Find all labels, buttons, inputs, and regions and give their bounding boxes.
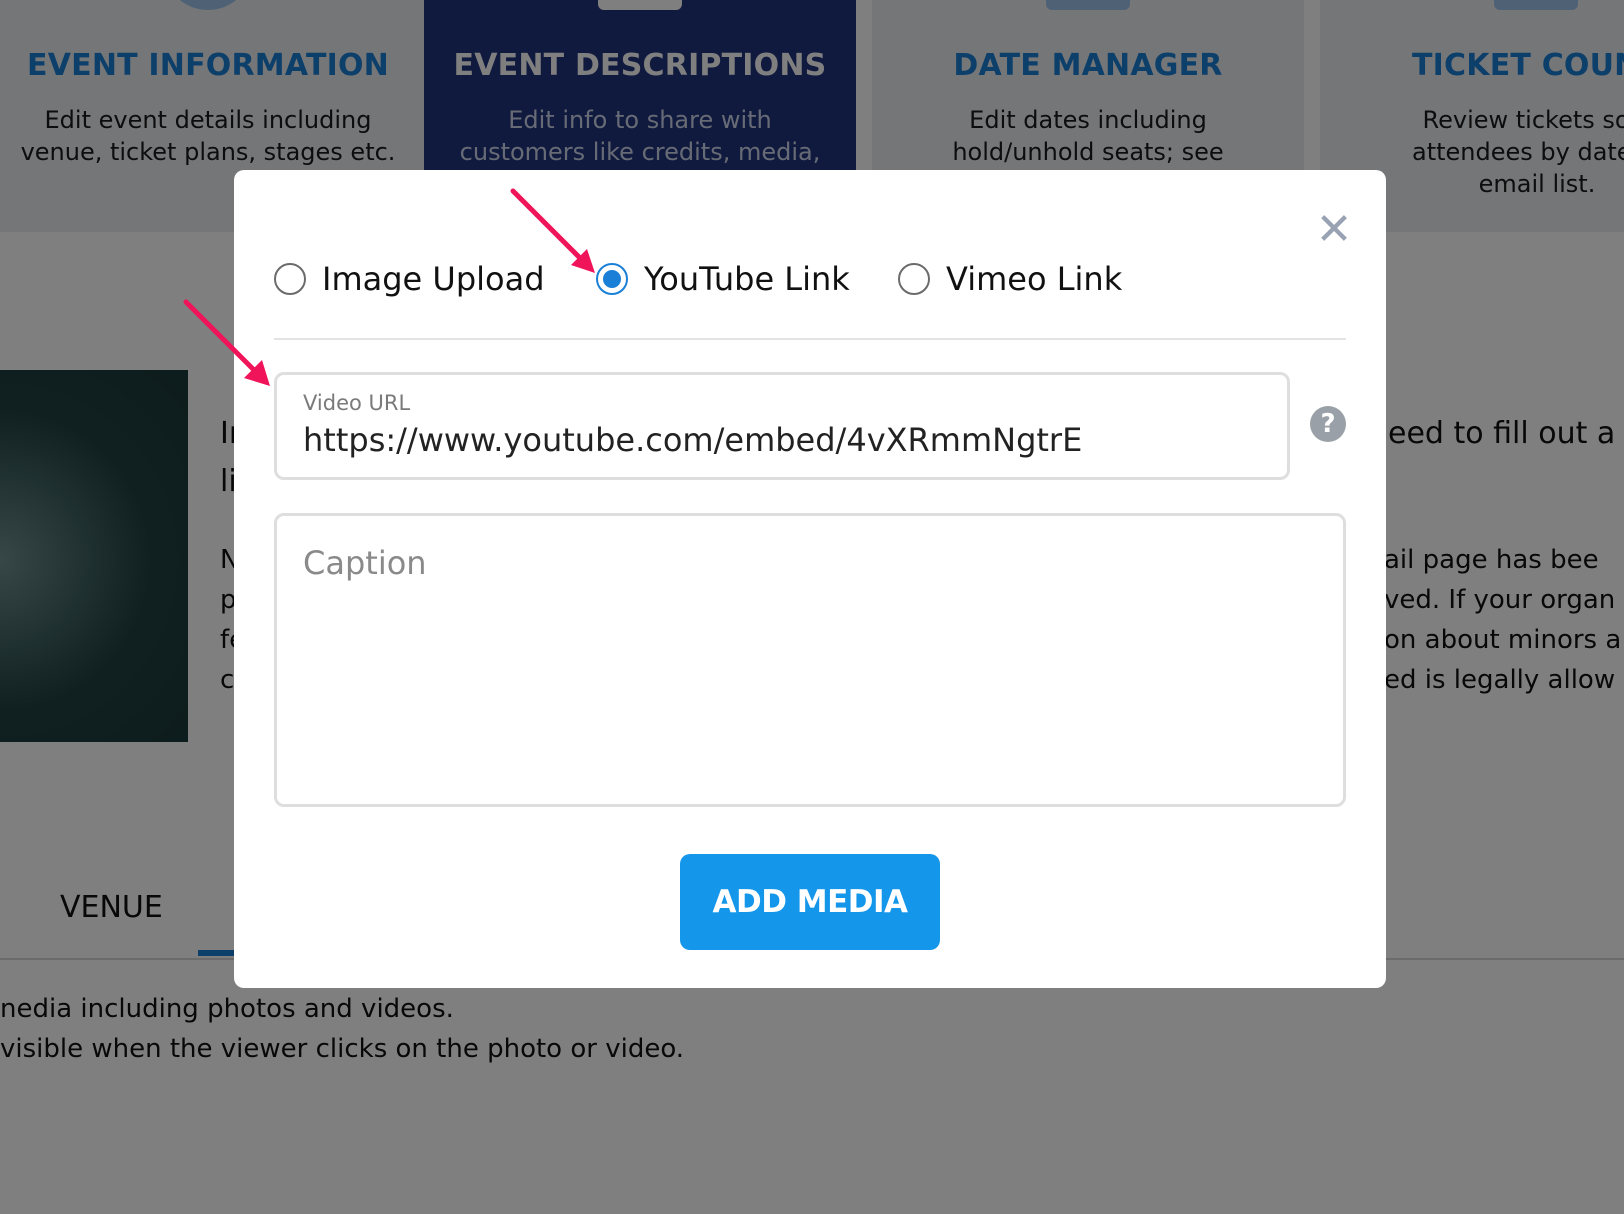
video-url-field[interactable]: Video URL https://www.youtube.com/embed/… xyxy=(274,372,1290,480)
radio-button[interactable] xyxy=(898,263,930,295)
annotation-arrow-icon xyxy=(510,188,595,273)
caption-textarea[interactable] xyxy=(274,513,1346,807)
add-media-modal: ✕ Image Upload YouTube Link Vimeo Link V… xyxy=(234,170,1386,988)
radio-label: YouTube Link xyxy=(644,260,850,298)
question-circle-icon[interactable]: ? xyxy=(1310,406,1346,442)
modal-divider xyxy=(274,338,1346,340)
radio-button[interactable] xyxy=(274,263,306,295)
add-media-button[interactable]: ADD MEDIA xyxy=(680,854,940,950)
radio-label: Vimeo Link xyxy=(946,260,1123,298)
radio-image-upload[interactable]: Image Upload xyxy=(274,260,545,298)
video-url-label: Video URL xyxy=(303,391,411,415)
radio-vimeo-link[interactable]: Vimeo Link xyxy=(898,260,1122,298)
radio-youtube-link[interactable]: YouTube Link xyxy=(596,260,850,298)
close-icon[interactable]: ✕ xyxy=(1314,208,1354,252)
event-editor-page: EVENT INFORMATION Edit event details inc… xyxy=(0,0,1624,1214)
video-url-input[interactable]: https://www.youtube.com/embed/4vXRmmNgtr… xyxy=(303,421,1082,459)
annotation-arrow-icon xyxy=(183,299,270,386)
